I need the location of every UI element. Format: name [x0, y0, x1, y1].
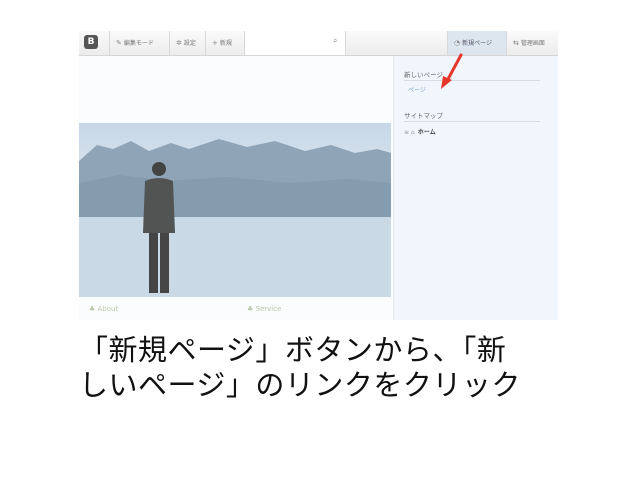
admin-button[interactable]: ⇆ 管理画面	[506, 31, 545, 55]
caption-line-2: しいページ」のリンクをクリック	[79, 368, 521, 402]
sitemap-item-home[interactable]: ≡ ⌂ ホーム	[404, 127, 436, 136]
divider	[404, 121, 540, 122]
person-figure	[143, 162, 175, 293]
new-page-button[interactable]: ◔ 新規ページ	[447, 31, 506, 55]
caption-line-1: 「新規ページ」ボタンから、「新	[79, 333, 507, 367]
sitemap-heading: サイトマップ	[404, 112, 443, 120]
admin-label: 管理画面	[520, 40, 545, 47]
search-icon: ⌕	[333, 36, 338, 45]
new-page-label: 新規ページ	[462, 40, 492, 47]
plus-icon: +	[212, 39, 218, 47]
new-page-heading: 新しいページ	[404, 71, 443, 79]
edit-mode-label: 編集モード	[123, 40, 154, 47]
gear-icon: ✲	[176, 39, 182, 47]
logo-icon[interactable]: B	[84, 35, 98, 49]
pencil-icon: ✎	[116, 39, 122, 47]
top-toolbar: B ✎ 編集モード ✲ 設定 + 新規 ⌕ ◔ 新規ページ ⇆ 管理画面	[79, 31, 558, 56]
hero-image	[79, 123, 391, 297]
about-section-title: ♣ About	[89, 305, 119, 313]
settings-button[interactable]: ✲ 設定	[169, 31, 196, 55]
search-input[interactable]: ⌕	[244, 31, 346, 55]
screenshot: B ✎ 編集モード ✲ 設定 + 新規 ⌕ ◔ 新規ページ ⇆ 管理画面 ♣ A…	[79, 31, 558, 320]
settings-label: 設定	[183, 40, 196, 47]
edit-mode-button[interactable]: ✎ 編集モード	[109, 31, 154, 55]
sidebar-panel: 新しいページ ページ サイトマップ ≡ ⌂ ホーム	[393, 56, 558, 320]
home-label: ホーム	[417, 129, 436, 136]
service-section-title: ♣ Service	[247, 305, 282, 313]
mountain-landscape	[79, 139, 391, 297]
home-icon: ≡ ⌂	[404, 129, 415, 136]
instruction-caption: 「新規ページ」ボタンから、「新 しいページ」のリンクをクリック	[79, 333, 569, 403]
new-button[interactable]: + 新規	[205, 31, 232, 55]
admin-icon: ⇆	[513, 39, 519, 47]
new-page-icon: ◔	[454, 39, 461, 47]
new-label: 新規	[219, 40, 232, 47]
divider	[404, 80, 540, 81]
new-page-link[interactable]: ページ	[408, 85, 426, 94]
about-label: About	[97, 305, 119, 313]
service-label: Service	[255, 305, 282, 313]
